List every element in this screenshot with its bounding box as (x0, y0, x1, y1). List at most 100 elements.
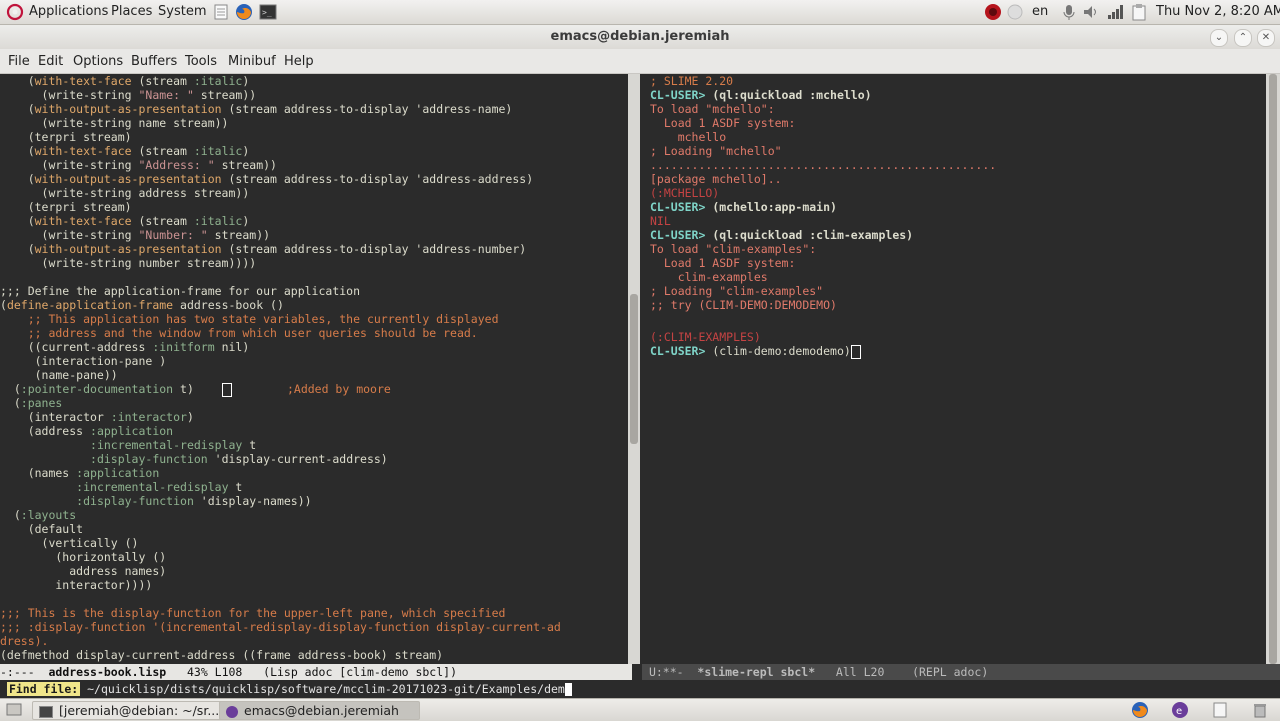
task-emacs[interactable]: emacs@debian.jeremiah (219, 701, 420, 720)
code-line: (with-text-face (stream :italic) (0, 74, 250, 88)
applications-menu[interactable]: Applications (29, 4, 108, 19)
menu-edit[interactable]: Edit (38, 54, 63, 69)
notes-tray-icon[interactable] (1211, 701, 1229, 719)
modeline-buffer-name[interactable]: address-book.lisp (48, 665, 166, 679)
modeline-status: -:--- (0, 665, 35, 679)
repl-line: [package mchello].. (650, 172, 782, 186)
code-line: (with-output-as-presentation (stream add… (0, 172, 534, 186)
repl-result: (:CLIM-EXAMPLES) (650, 330, 761, 344)
code-line: :display-function 'display-current-addre… (90, 452, 388, 466)
menu-file[interactable]: File (8, 54, 30, 69)
modeline-status: U:**- (648, 665, 684, 679)
repl-line: To load "mchello": (650, 102, 775, 116)
code-line: (interaction-pane ) (0, 354, 167, 368)
top-panel: Applications Places System >_ en Thu Nov… (0, 0, 1280, 25)
code-line: (write-string "Number: " stream)) (0, 228, 271, 242)
repl-line: ; Loading "mchello" (650, 144, 782, 158)
repl-line: ; SLIME 2.20 (650, 74, 734, 88)
show-desktop-icon[interactable] (5, 701, 23, 719)
repl-line: To load "clim-examples": (650, 242, 817, 256)
code-comment: dress). (0, 634, 49, 648)
minibuffer-input[interactable]: ~/quicklisp/dists/quicklisp/software/mcc… (80, 682, 565, 696)
firefox-tray-icon[interactable] (1131, 701, 1149, 719)
task-emacs-label: emacs@debian.jeremiah (244, 703, 399, 718)
repl-result: NIL (650, 214, 671, 228)
minibuffer[interactable]: Find file: ~/quicklisp/dists/quicklisp/s… (0, 681, 1280, 698)
close-button[interactable]: ✕ (1257, 29, 1275, 47)
network-signal-icon[interactable] (1106, 3, 1124, 21)
repl-input-line: CL-USER> (ql:quickload :mchello) (650, 88, 872, 102)
repl-line: ........................................… (650, 158, 997, 172)
code-line: (with-text-face (stream :italic) (0, 214, 250, 228)
repl-buffer-pane[interactable]: ; SLIME 2.20 CL-USER> (ql:quickload :mch… (642, 74, 1254, 664)
left-pane-scrollbar[interactable] (628, 74, 640, 664)
code-line: (:panes (0, 396, 63, 410)
modeline-right[interactable]: U:**- *slime-repl sbcl* All L20 (REPL ad… (642, 664, 1280, 680)
code-line: (write-string address stream)) (0, 186, 250, 200)
menu-tools[interactable]: Tools (185, 54, 217, 69)
system-menu[interactable]: System (158, 4, 206, 19)
volume-icon[interactable] (1082, 3, 1100, 21)
clipboard-icon[interactable] (1130, 3, 1148, 21)
code-line: (horizontally () (0, 550, 167, 564)
menu-buffers[interactable]: Buffers (131, 54, 177, 69)
minimize-button[interactable]: ⌄ (1210, 29, 1228, 47)
left-scroll-thumb[interactable] (630, 294, 638, 444)
microphone-icon[interactable] (1060, 3, 1078, 21)
repl-line: mchello (650, 130, 727, 144)
record-icon[interactable] (984, 3, 1002, 21)
code-line: (write-string "Address: " stream)) (0, 158, 277, 172)
task-terminal-label: [jeremiah@debian: ~/sr... (59, 703, 220, 718)
code-line: (define-application-frame address-book (… (0, 298, 284, 312)
right-pane-scrollbar[interactable] (1266, 74, 1280, 664)
places-menu[interactable]: Places (111, 4, 152, 19)
code-line: :display-function 'display-names)) (76, 494, 312, 508)
terminal-icon[interactable]: >_ (259, 3, 277, 21)
menu-help[interactable]: Help (284, 54, 314, 69)
svg-text:>_: >_ (262, 8, 272, 17)
file-manager-icon[interactable] (212, 3, 230, 21)
code-line: (write-string name stream)) (0, 116, 229, 130)
modeline-mode[interactable]: (Lisp adoc [clim-demo sbcl]) (263, 665, 457, 679)
emacs-tray-icon[interactable]: e (1171, 701, 1189, 719)
repl-line: Load 1 ASDF system: (650, 256, 796, 270)
emacs-task-icon (226, 705, 238, 718)
modeline-left[interactable]: -:--- address-book.lisp 43% L108 (Lisp a… (0, 664, 632, 680)
code-line: (address :application (0, 424, 174, 438)
minibuffer-cursor (564, 683, 572, 696)
code-comment: ;; This application has two state variab… (0, 312, 499, 326)
repl-input-line[interactable]: CL-USER> (clim-demo:demodemo) (650, 344, 861, 359)
keyboard-language[interactable]: en (1032, 4, 1048, 19)
code-line: (with-output-as-presentation (stream add… (0, 102, 513, 116)
menu-options[interactable]: Options (73, 54, 123, 69)
task-terminal[interactable]: [jeremiah@debian: ~/sr... (32, 701, 228, 720)
code-comment: ;;; This is the display-function for the… (0, 606, 506, 620)
code-line: (vertically () (0, 536, 139, 550)
source-buffer-pane[interactable]: (with-text-face (stream :italic) (write-… (0, 74, 624, 664)
code-line: (with-text-face (stream :italic) (0, 144, 250, 158)
code-comment: ;;; Define the application-frame for our… (0, 284, 361, 298)
code-comment: ;; address and the window from which use… (0, 326, 478, 340)
code-comment: ;;; :display-function '(incremental-redi… (0, 620, 561, 634)
debian-logo-icon[interactable] (6, 3, 24, 21)
code-line: (write-string number stream)))) (0, 256, 257, 270)
modeline-buffer-name[interactable]: *slime-repl sbcl* (697, 665, 815, 679)
trash-icon[interactable] (1251, 701, 1269, 719)
code-line: (:pointer-documentation t) ;Added by moo… (0, 382, 391, 397)
code-line: ((current-address :initform nil) (0, 340, 250, 354)
modeline-mode[interactable]: (REPL adoc) (912, 665, 988, 679)
modeline-position: All L20 (835, 665, 885, 679)
modeline-position: 43% L108 (186, 665, 243, 679)
window-titlebar[interactable]: emacs@debian.jeremiah ⌄ ⌃ ✕ (0, 25, 1280, 49)
maximize-button[interactable]: ⌃ (1234, 29, 1252, 47)
code-line: (write-string "Name: " stream)) (0, 88, 257, 102)
svg-text:e: e (1176, 706, 1182, 717)
firefox-icon[interactable] (235, 3, 253, 21)
right-scroll-thumb[interactable] (1269, 74, 1277, 664)
menu-minibuf[interactable]: Minibuf (228, 54, 276, 69)
repl-line: ;; try (CLIM-DEMO:DEMODEMO) (650, 298, 837, 312)
text-cursor (221, 382, 232, 397)
clock[interactable]: Thu Nov 2, 8:20 AM (1156, 4, 1280, 19)
repl-input-line: CL-USER> (mchello:app-main) (650, 200, 837, 214)
code-line: :incremental-redisplay t (76, 480, 243, 494)
